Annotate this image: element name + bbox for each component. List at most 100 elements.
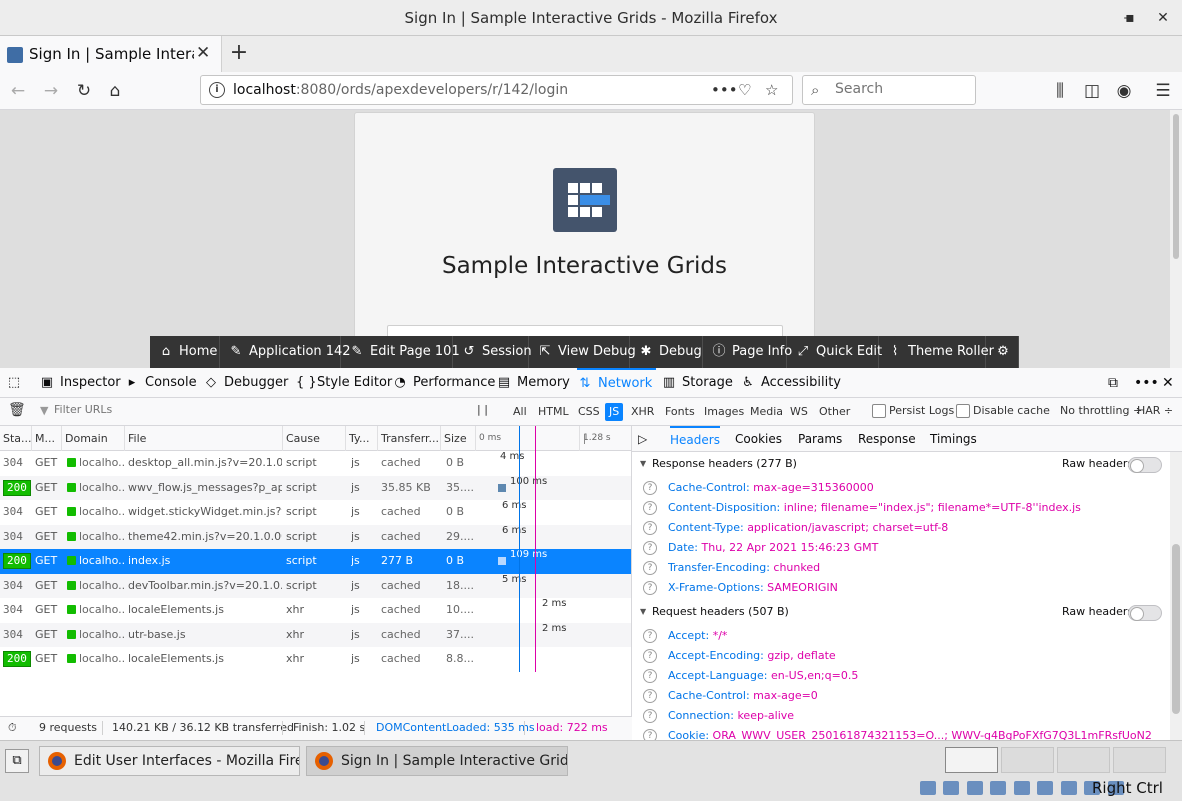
url-bar[interactable]: i localhost:8080/ords/apexdevelopers/r/1… — [200, 75, 793, 105]
section-header[interactable]: ▼ Request headers (507 B) Raw headers — [632, 600, 1170, 624]
filter-css-button[interactable]: CSS — [574, 403, 604, 421]
persist-logs-checkbox[interactable] — [872, 404, 886, 418]
apex-toolbar-application-142-button[interactable]: ✎ Application 142 — [220, 336, 351, 368]
help-icon[interactable]: ? — [643, 689, 657, 703]
column-header[interactable]: 0 ms — [476, 426, 580, 451]
filter-html-button[interactable]: HTML — [534, 403, 573, 421]
help-icon[interactable]: ? — [643, 709, 657, 723]
filter-other-button[interactable]: Other — [815, 403, 854, 421]
help-icon[interactable]: ? — [643, 669, 657, 683]
workspace-2[interactable] — [1001, 747, 1054, 773]
details-tab-params[interactable]: Params — [798, 426, 842, 452]
search-bar[interactable]: ⌕ — [802, 75, 976, 105]
apex-toolbar-page-info-button[interactable]: ⓘ Page Info — [703, 336, 792, 368]
raw-headers-toggle[interactable] — [1128, 457, 1162, 473]
help-icon[interactable]: ? — [643, 521, 657, 535]
apex-toolbar-view-debug-button[interactable]: ⇱ View Debug — [529, 336, 636, 368]
table-row[interactable]: 304 GET localho... theme42.min.js?v=20.1.0.… — [0, 524, 631, 549]
tab-console[interactable]: ▸ Console — [124, 368, 201, 398]
disable-cache-checkbox[interactable] — [956, 404, 970, 418]
close-window-button[interactable]: ✕ — [1153, 8, 1173, 28]
more-options-icon[interactable]: ••• — [1134, 368, 1159, 398]
help-icon[interactable]: ? — [643, 541, 657, 555]
section-header[interactable]: ▼ Response headers (277 B) Raw headers — [632, 452, 1170, 476]
forward-button[interactable]: → — [39, 79, 63, 103]
workspace-3[interactable] — [1057, 747, 1110, 773]
workspace-1[interactable] — [945, 747, 998, 773]
page-actions-icon[interactable]: ••• — [711, 81, 738, 99]
table-row[interactable]: 200 GET localho... localeElements.js xhr js ca… — [0, 647, 631, 672]
tab-style-editor[interactable]: { }Style Editor — [296, 368, 396, 398]
column-header[interactable]: Ty... — [346, 426, 378, 451]
url-text[interactable]: localhost:8080/ords/apexdevelopers/r/142… — [233, 82, 568, 98]
pocket-icon[interactable]: ♡ — [738, 81, 751, 99]
browser-tab[interactable]: Sign In | Sample Interactive Grids ✕ — [0, 36, 222, 72]
table-row[interactable]: 304 GET localho... utr-base.js xhr js cached 37… — [0, 622, 631, 647]
filter-xhr-button[interactable]: XHR — [627, 403, 658, 421]
details-tab-timings[interactable]: Timings — [930, 426, 977, 452]
apex-toolbar-edit-page-101-button[interactable]: ✎ Edit Page 101 — [341, 336, 460, 368]
workspace-4[interactable] — [1113, 747, 1166, 773]
column-header[interactable]: File — [125, 426, 283, 451]
details-tab-headers[interactable]: Headers — [670, 426, 720, 452]
reload-button[interactable]: ↻ — [72, 79, 96, 103]
filter-ws-button[interactable]: WS — [786, 403, 812, 421]
taskbar-item[interactable]: Edit User Interfaces - Mozilla Firefox — [39, 746, 300, 776]
collapse-triangle-icon[interactable]: ▼ — [640, 600, 646, 624]
site-info-icon[interactable]: i — [209, 82, 225, 98]
help-icon[interactable]: ? — [643, 481, 657, 495]
tab-debugger[interactable]: ◇ Debugger — [203, 368, 292, 398]
menu-icon[interactable]: ☰ — [1151, 79, 1175, 103]
column-header[interactable]: Domain — [62, 426, 125, 451]
home-button[interactable]: ⌂ — [103, 79, 127, 103]
tab-memory[interactable]: ▤ Memory — [496, 368, 574, 398]
tab-inspector[interactable]: ▣ Inspector — [39, 368, 125, 398]
details-scrollbar[interactable] — [1170, 452, 1182, 740]
tab-storage[interactable]: ▥ Storage — [661, 368, 737, 398]
element-picker-icon[interactable]: ⬚ — [6, 368, 27, 398]
help-icon[interactable]: ? — [643, 629, 657, 643]
collapse-triangle-icon[interactable]: ▼ — [640, 452, 646, 476]
page-scrollbar[interactable] — [1170, 110, 1182, 368]
close-tab-icon[interactable]: ✕ — [196, 43, 210, 63]
apex-toolbar-home-button[interactable]: ⌂ Home — [150, 336, 220, 368]
pause-icon[interactable]: | | — [477, 403, 488, 416]
help-icon[interactable]: ? — [643, 649, 657, 663]
filter-fonts-button[interactable]: Fonts — [661, 403, 699, 421]
filter-all-button[interactable]: All — [509, 403, 531, 421]
apex-toolbar-debug-button[interactable]: ✱ Debug — [630, 336, 703, 368]
table-row[interactable]: 304 GET localho... localeElements.js xhr js ca… — [0, 598, 631, 623]
apex-toolbar-theme-roller-button[interactable]: ⌇ Theme Roller — [879, 336, 994, 368]
filter-media-button[interactable]: Media — [746, 403, 787, 421]
apex-toolbar-quick-edit-button[interactable]: ⤢ Quick Edit — [787, 336, 882, 368]
apex-toolbar-settings-button[interactable]: ⚙ — [986, 336, 1019, 368]
har-menu[interactable]: HAR ÷ — [1137, 404, 1173, 417]
help-icon[interactable]: ? — [643, 561, 657, 575]
account-icon[interactable]: ◉ — [1112, 79, 1136, 103]
sidebar-icon[interactable]: ◫ — [1080, 79, 1104, 103]
help-icon[interactable]: ? — [643, 581, 657, 595]
table-row[interactable]: 304 GET localho... desktop_all.min.js?v=20.… — [0, 451, 631, 476]
column-header[interactable]: Size — [441, 426, 476, 451]
column-header[interactable]: M... — [32, 426, 62, 451]
search-input[interactable] — [835, 81, 965, 97]
column-header[interactable]: 1.28 s — [580, 426, 631, 451]
table-row[interactable]: 200 GET localho... wwv_flow.js_messages?p_a… — [0, 475, 631, 500]
tab-performance[interactable]: ◔ Performance — [392, 368, 499, 398]
new-tab-button[interactable]: + — [229, 40, 249, 65]
library-icon[interactable]: ⫼ — [1048, 79, 1072, 103]
details-tab-cookies[interactable]: Cookies — [735, 426, 782, 452]
taskbar-item-active[interactable]: Sign In | Sample Interactive Grids - ... — [306, 746, 568, 776]
maximize-button[interactable]: ▪ — [1120, 8, 1140, 28]
help-icon[interactable]: ? — [643, 501, 657, 515]
dock-side-icon[interactable]: ⧉ — [1108, 368, 1118, 398]
back-button[interactable]: ← — [6, 79, 30, 103]
table-row[interactable]: 304 GET localho... widget.stickyWidget.min.… — [0, 500, 631, 525]
tab-accessibility[interactable]: ♿ Accessibility — [740, 368, 845, 398]
throttling-select[interactable]: No throttling ÷ — [1060, 404, 1142, 417]
bookmark-star-icon[interactable]: ☆ — [765, 81, 778, 99]
filter-urls-input[interactable] — [54, 403, 454, 416]
filter-js-button[interactable]: JS — [605, 403, 624, 421]
show-desktop-icon[interactable]: ⧉ — [5, 749, 29, 773]
filter-images-button[interactable]: Images — [700, 403, 748, 421]
